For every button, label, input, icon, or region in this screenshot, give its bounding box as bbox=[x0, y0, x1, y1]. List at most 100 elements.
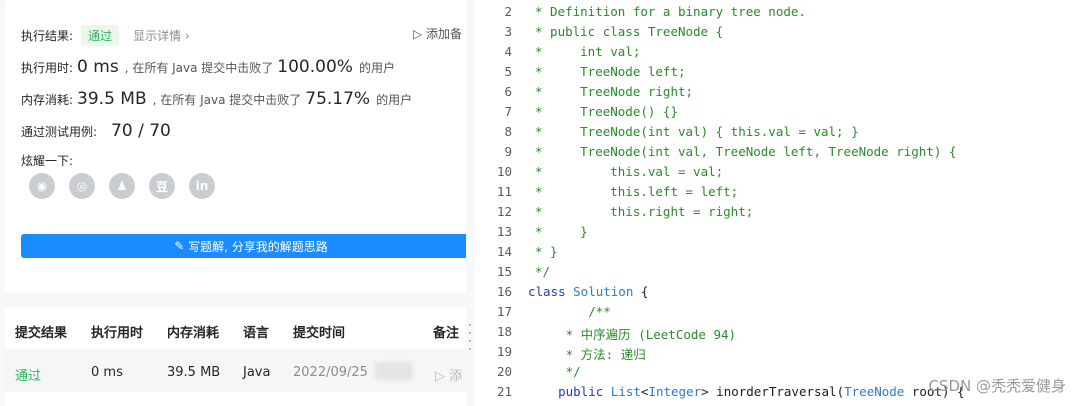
flag-icon: ▷ bbox=[435, 369, 450, 384]
code-text: /** bbox=[528, 304, 611, 319]
tests-value: 70 / 70 bbox=[111, 121, 171, 141]
watermark: CSDN @秃秃爱健身 bbox=[928, 377, 1066, 395]
code-token: List bbox=[610, 384, 641, 399]
line-number: 13 bbox=[496, 224, 512, 239]
line-number: 14 bbox=[496, 244, 512, 259]
code-text: * TreeNode(int val, TreeNode left, TreeN… bbox=[535, 144, 956, 159]
code-text: * Definition for a binary tree node. bbox=[535, 4, 806, 19]
line-number: 6 bbox=[504, 84, 512, 99]
line-number: 17 bbox=[496, 304, 512, 319]
row-runtime: 0 ms bbox=[91, 365, 123, 380]
code-token: /** bbox=[528, 304, 611, 319]
line-number: 19 bbox=[496, 344, 512, 359]
share-label: 炫耀一下: bbox=[21, 154, 74, 168]
code-line: 15 */ bbox=[474, 264, 1080, 284]
submissions-table: 提交结果 执行用时 内存消耗 语言 提交时间 备注 通过 0 ms 39.5 M… bbox=[5, 308, 466, 406]
douban-icon[interactable]: 豆 bbox=[149, 173, 175, 199]
header-runtime: 执行用时 bbox=[91, 326, 144, 341]
code-text: * this.right = right; bbox=[535, 204, 753, 219]
result-label: 执行结果: bbox=[21, 29, 74, 43]
code-line: 13 * } bbox=[474, 224, 1080, 244]
header-result: 提交结果 bbox=[15, 326, 68, 341]
code-text: * } bbox=[535, 244, 558, 259]
code-token: * this.right = right; bbox=[535, 204, 754, 219]
code-text: * TreeNode() {} bbox=[535, 104, 678, 119]
code-text: * TreeNode left; bbox=[535, 64, 686, 79]
line-number: 4 bbox=[504, 44, 512, 59]
wechat-icon[interactable]: ◉ bbox=[29, 173, 55, 199]
code-token: * } bbox=[535, 244, 558, 259]
line-number: 11 bbox=[496, 184, 512, 199]
memory-percent: 75.17% bbox=[305, 89, 371, 109]
row-note[interactable]: ▷ 添 bbox=[435, 365, 462, 384]
code-line: 19 * 方法: 递归 bbox=[474, 344, 1080, 364]
table-row[interactable]: 通过 0 ms 39.5 MB Java 2022/09/25 ▷ 添 bbox=[5, 350, 466, 392]
code-line: 17 /** bbox=[474, 304, 1080, 324]
memory-row: 内存消耗: 39.5 MB , 在所有 Java 提交中击败了 75.17% 的… bbox=[21, 89, 412, 109]
code-line: 10 * this.val = val; bbox=[474, 164, 1080, 184]
memory-label: 内存消耗: bbox=[21, 93, 74, 107]
code-line: 11 * this.left = left; bbox=[474, 184, 1080, 204]
code-token: public bbox=[528, 384, 611, 399]
code-token: * TreeNode(int val) { this.val = val; } bbox=[535, 124, 859, 139]
memory-mid: , 在所有 Java 提交中击败了 bbox=[152, 93, 302, 107]
code-line: 18 * 中序遍历 (LeetCode 94) bbox=[474, 324, 1080, 344]
code-editor[interactable]: 2 * Definition for a binary tree node. 3 * … bbox=[474, 0, 1080, 406]
blurred-time bbox=[375, 362, 413, 380]
code-token: Integer bbox=[648, 384, 702, 399]
code-token: */ bbox=[528, 364, 581, 379]
row-result[interactable]: 通过 bbox=[15, 365, 41, 384]
line-number: 9 bbox=[504, 144, 512, 159]
code-line: 2 * Definition for a binary tree node. bbox=[474, 4, 1080, 24]
code-token: TreeNode bbox=[844, 384, 905, 399]
write-solution-label: 写题解, 分享我的解题思路 bbox=[188, 239, 328, 254]
code-token: * TreeNode left; bbox=[535, 64, 686, 79]
write-solution-button[interactable]: ✎ 写题解, 分享我的解题思路 bbox=[21, 234, 466, 258]
show-details-link[interactable]: 显示详情 › bbox=[133, 27, 190, 44]
code-text: public List<Integer> inorderTraversal(Tr… bbox=[528, 384, 964, 399]
line-number: 7 bbox=[504, 104, 512, 119]
row-time: 2022/09/25 bbox=[293, 365, 368, 380]
linkedin-icon[interactable]: in bbox=[189, 173, 215, 199]
code-token: */ bbox=[535, 264, 551, 279]
share-icons: ◉ ◎ ♟ 豆 in bbox=[29, 173, 229, 199]
qq-icon[interactable]: ♟ bbox=[109, 173, 135, 199]
code-text: * this.val = val; bbox=[535, 164, 723, 179]
line-number: 21 bbox=[496, 384, 512, 399]
header-time: 提交时间 bbox=[293, 326, 346, 341]
runtime-value: 0 ms bbox=[77, 57, 119, 77]
code-token: * TreeNode(int val, TreeNode left, TreeN… bbox=[535, 144, 957, 159]
add-note-button[interactable]: ▷ 添加备 bbox=[413, 25, 462, 42]
line-number: 2 bbox=[504, 4, 512, 19]
runtime-suffix: 的用户 bbox=[358, 61, 395, 75]
code-line: 14 * } bbox=[474, 244, 1080, 264]
status-badge: 通过 bbox=[81, 25, 120, 46]
code-line: 3 * public class TreeNode { bbox=[474, 24, 1080, 44]
code-token: * TreeNode right; bbox=[535, 84, 694, 99]
result-panel: 执行结果: 通过 显示详情 › ▷ 添加备 执行用时: 0 ms , 在所有 J… bbox=[0, 0, 466, 406]
row-language: Java bbox=[243, 365, 271, 380]
drag-handle-icon[interactable] bbox=[469, 322, 471, 352]
code-text: * this.left = left; bbox=[535, 184, 738, 199]
line-number: 3 bbox=[504, 24, 512, 39]
runtime-percent: 100.00% bbox=[277, 57, 353, 77]
code-text: * 中序遍历 (LeetCode 94) bbox=[528, 324, 736, 343]
row-note-label: 添 bbox=[449, 369, 463, 384]
code-token: * public class TreeNode { bbox=[535, 24, 724, 39]
memory-value: 39.5 MB bbox=[77, 89, 147, 109]
tests-label: 通过测试用例: bbox=[21, 125, 98, 139]
runtime-mid: , 在所有 Java 提交中击败了 bbox=[124, 61, 274, 75]
code-token: * 方法: 递归 bbox=[528, 347, 646, 362]
weibo-icon[interactable]: ◎ bbox=[69, 173, 95, 199]
code-token: Solution bbox=[573, 284, 634, 299]
header-memory: 内存消耗 bbox=[167, 326, 220, 341]
runtime-row: 执行用时: 0 ms , 在所有 Java 提交中击败了 100.00% 的用户 bbox=[21, 57, 395, 77]
line-number: 8 bbox=[504, 124, 512, 139]
code-token: > inorderTraversal( bbox=[701, 384, 845, 399]
code-token: * 中序遍历 (LeetCode 94) bbox=[528, 327, 737, 342]
code-line: 16 class Solution { bbox=[474, 284, 1080, 304]
line-number: 16 bbox=[496, 284, 512, 299]
code-line: 5 * TreeNode left; bbox=[474, 64, 1080, 84]
code-line: 8 * TreeNode(int val) { this.val = val; } bbox=[474, 124, 1080, 144]
line-number: 15 bbox=[496, 264, 512, 279]
